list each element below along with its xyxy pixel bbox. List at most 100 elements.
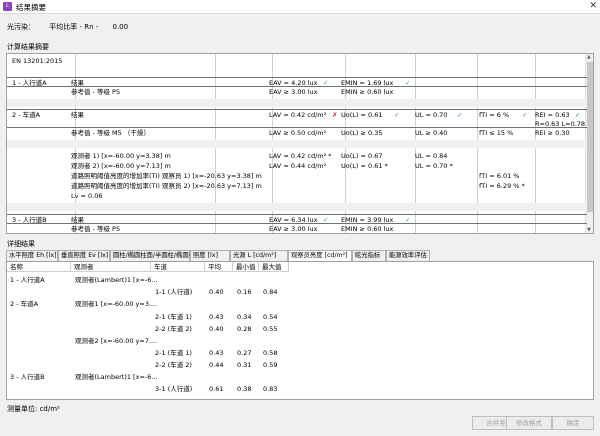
- eav-value: EAV ≥ 3.00 lux: [269, 88, 318, 96]
- header-min[interactable]: 最小值: [233, 262, 259, 272]
- check-icon: ✓: [522, 111, 528, 119]
- header-lane[interactable]: 车道: [151, 262, 205, 272]
- min-value: 0.16: [237, 288, 252, 296]
- table-row[interactable]: 1-1 (人行道) 0.40 0.16 0.84: [7, 287, 587, 298]
- header-max[interactable]: 最大值: [259, 262, 289, 272]
- lav-value: LAV = 0.42 cd/m² *: [269, 152, 332, 160]
- row-spacer: [7, 140, 587, 148]
- row-kind: 结果: [71, 111, 84, 119]
- emin-value: EMIN ≥ 0.60 lux: [341, 88, 394, 96]
- table-row[interactable]: 1 - 人行道A 观测者(Lambert)1 [x=-6...: [7, 275, 587, 286]
- lav-value: LAV = 0.44 cd/m²: [269, 162, 327, 170]
- ul-value: UL ≥ 0.40: [415, 129, 448, 137]
- tab-4[interactable]: 照度 [lx]: [190, 250, 230, 261]
- table-row[interactable]: 3 - 人行道B 观测者(Lambert)1 [x=-6...: [7, 372, 587, 383]
- observer-label: 观测者 1) [x=-60.00 y=3.38] m: [71, 152, 171, 160]
- ul-value: UL = 0.70: [415, 111, 448, 119]
- rei-value: REI ≥ 0.30: [535, 129, 570, 137]
- max-value: 0.59: [263, 361, 278, 369]
- row-spacer: [7, 203, 587, 211]
- tab-3[interactable]: 圆柱/椭圆柱面/半圆柱/椭圆半圆...: [110, 250, 207, 261]
- lane-name: 3-1 (人行道): [155, 385, 193, 393]
- observer-row: 观测者 2) [x=-60.00 y=7.13] m LAV = 0.44 cd/…: [7, 161, 587, 171]
- area-name: 3 - 人行道B: [10, 373, 45, 381]
- average-value: 0.40: [209, 288, 224, 296]
- area-name: 1 - 人行道A: [10, 276, 45, 284]
- min-value: 0.31: [237, 361, 252, 369]
- eav-value: EAV ≥ 3.00 lux: [269, 225, 318, 233]
- uniformity-value: Uo(L) = 0.61: [341, 111, 383, 119]
- row-kind: 参考值 - 等级 M5 （干燥）: [71, 129, 150, 137]
- table-row[interactable]: 2 - 车道A 观测者1 [x=-60.00 y=3....: [7, 299, 587, 310]
- tab-5[interactable]: 光源 L [cd/m²]: [230, 250, 288, 261]
- average-value: 0.40: [209, 325, 224, 333]
- ratio-value: 0.00: [112, 23, 129, 31]
- fti-value: fTI = 6.01 %: [479, 172, 520, 180]
- scrollbar-thumb[interactable]: [587, 62, 593, 212]
- ul-value: UL = 0.70 *: [415, 162, 453, 170]
- lane-name: 2-2 (车道 2): [155, 361, 192, 369]
- observer-row: 观测者 1) [x=-60.00 y=3.38] m LAV = 0.42 cd/…: [7, 151, 587, 161]
- table-row[interactable]: 2-2 (车道 2) 0.40 0.28 0.55: [7, 324, 587, 335]
- summary-table: EN 13201:2015 ▲ ▼ 1 - 人行道A 结果 EAV = 4.20 l…: [6, 53, 594, 234]
- area-name: 2 - 车道A: [12, 111, 41, 119]
- lane-name: 2-2 (车道 2): [155, 325, 192, 333]
- lane-name: 2-1 (车道 1): [155, 313, 192, 321]
- max-value: 0.58: [263, 349, 278, 357]
- uniformity-value: Uo(L) = 0.61 *: [341, 162, 388, 170]
- header-name[interactable]: 名称: [7, 262, 71, 272]
- table-row[interactable]: 3-1 (人行道) 0.61 0.38 0.83: [7, 384, 587, 395]
- app-icon: L: [3, 2, 12, 11]
- row-spacer: [7, 99, 587, 107]
- observer-name: 观测者1 [x=-60.00 y=3....: [75, 300, 158, 308]
- lav-value: LAV = 0.42 cd/m²: [269, 111, 327, 119]
- close-icon[interactable]: ✕: [589, 1, 597, 11]
- min-value: 0.28: [237, 325, 252, 333]
- observer-label: 道路照明阈值亮度的增加率(TI) 观察员 1) [x=-20.63 y=3.38…: [71, 172, 262, 180]
- summary-section-label: 计算结果摘要: [7, 43, 49, 51]
- tab-7[interactable]: 眩光指标: [352, 250, 386, 261]
- result-row: 1 - 人行道A 结果 EAV = 4.20 lux ✓ EMIN = 1.69 lux…: [7, 77, 587, 87]
- max-value: 0.54: [263, 313, 278, 321]
- cross-icon: ✗: [332, 111, 338, 119]
- table-row[interactable]: 2-1 (车道 1) 0.43 0.27 0.58: [7, 348, 587, 359]
- detail-section-label: 详细结果: [7, 240, 35, 248]
- light-pollution-row: 光污染： 平均比率 - Rn - 0.00: [7, 22, 140, 32]
- table-row[interactable]: 2-1 (车道 1) 0.43 0.34 0.54: [7, 312, 587, 323]
- title-bar: L 结果摘要 ✕: [0, 0, 600, 14]
- format-button[interactable]: 修改格式: [506, 416, 552, 430]
- area-name: 2 - 车道A: [10, 300, 39, 308]
- reference-row: 参考值 - 等级 P5 EAV ≥ 3.00 lux EMIN ≥ 0.60 lux: [7, 87, 587, 97]
- min-value: 0.27: [237, 349, 252, 357]
- observer-name: 观测者(Lambert)1 [x=-6...: [75, 276, 158, 284]
- max-value: 0.55: [263, 325, 278, 333]
- lane-name: 2-1 (车道 1): [155, 349, 192, 357]
- observer-name: 观测者(Lambert)1 [x=-6...: [75, 373, 158, 381]
- average-value: 0.43: [209, 313, 224, 321]
- average-value: 0.61: [209, 385, 224, 393]
- header-average[interactable]: 平均: [205, 262, 233, 272]
- tab-2[interactable]: 垂直照度 Ev [lx]: [58, 250, 110, 261]
- check-icon: ✓: [457, 111, 463, 119]
- table-row[interactable]: 观测者2 [x=-60.00 y=7....: [7, 336, 587, 347]
- header-observer[interactable]: 观测者: [71, 262, 151, 272]
- row-kind: 参考值 - 等级 P5: [71, 225, 121, 233]
- tab-1[interactable]: 水平照度 Eh [lx]: [6, 250, 58, 261]
- window-title: 结果摘要: [16, 3, 46, 12]
- tab-8[interactable]: 能源效率评估: [386, 250, 430, 261]
- average-value: 0.44: [209, 361, 224, 369]
- check-icon: ✓: [394, 111, 400, 119]
- max-value: 0.84: [263, 288, 278, 296]
- uniformity-value: Uo(L) ≥ 0.35: [341, 129, 383, 137]
- result-row: 2 - 车道A 结果 LAV = 0.42 cd/m² ✗ Uo(L) = 0.61 ✓ U…: [7, 109, 587, 128]
- light-pollution-label: 光污染：: [7, 23, 35, 31]
- average-value: 0.43: [209, 349, 224, 357]
- standard-name: EN 13201:2015: [12, 57, 63, 65]
- fti-value: fTI = 6.29 % *: [479, 182, 525, 190]
- result-row: 3 - 人行道B 结果 EAV = 6.34 lux ✓ EMIN = 3.99 lux…: [7, 214, 587, 224]
- emin-value: EMIN ≥ 0.60 lux: [341, 225, 394, 233]
- lane-name: 1-1 (人行道): [155, 288, 193, 296]
- ok-button[interactable]: 确定: [552, 416, 594, 430]
- table-row[interactable]: 2-2 (车道 2) 0.44 0.31 0.59: [7, 360, 587, 371]
- lav-value: LAV ≥ 0.50 cd/m²: [269, 129, 327, 137]
